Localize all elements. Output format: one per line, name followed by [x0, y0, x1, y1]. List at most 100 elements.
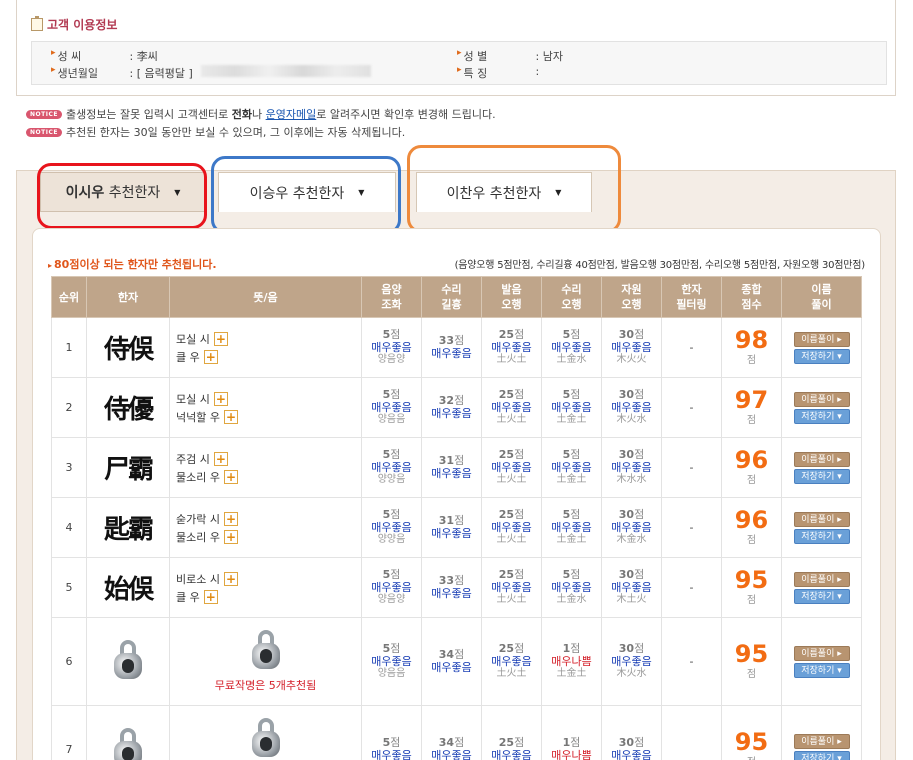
jawon-cell: 30점 매우좋음 木土火	[601, 557, 662, 618]
total-score-cell: 96 점	[721, 497, 782, 558]
suri-ohaeng-cell: 5점 매우좋음 土金土	[541, 437, 602, 498]
rank-cell: 3	[51, 437, 87, 498]
clipboard-icon	[31, 16, 43, 31]
rank-cell: 4	[51, 497, 87, 558]
save-button[interactable]: 저장하기 ▾	[793, 348, 850, 364]
birthdate-value: : [ 음력평달 ]	[129, 67, 193, 80]
plus-icon[interactable]: +	[223, 409, 238, 424]
col-suri-ohaeng: 수리 오행	[541, 276, 602, 318]
jawon-cell: 30점 매우좋음	[601, 705, 662, 760]
filter-cell: -	[661, 317, 722, 378]
operator-email-link[interactable]: 운영자메일	[266, 108, 317, 121]
meaning-cell: 비로소 시 + 클 우 +	[169, 557, 362, 618]
col-pronunciation: 발음 오행	[481, 276, 542, 318]
action-cell: 이름풀이 ▸ 저장하기 ▾	[781, 557, 862, 618]
hanja-cell: 匙霸	[86, 497, 170, 558]
feature-row: ▸ 특 징 :	[457, 65, 540, 80]
lock-icon	[114, 728, 142, 760]
table-row: 7 무료작명은 5개추천됨5점매우좋음34점매우좋음25점매우좋음1점매우나쁨30…	[51, 705, 862, 760]
highlight-blue	[211, 156, 401, 234]
suri-cell: 34점 매우좋음	[421, 617, 482, 706]
plus-icon[interactable]: +	[213, 451, 228, 466]
suri-cell: 31점 매우좋음	[421, 437, 482, 498]
plus-icon[interactable]: +	[223, 571, 238, 586]
save-button[interactable]: 저장하기 ▾	[793, 468, 850, 484]
col-jawon: 자원 오행	[601, 276, 662, 318]
pronunciation-cell: 25점 매우좋음 土火土	[481, 317, 542, 378]
filter-cell: -	[661, 437, 722, 498]
plus-icon[interactable]: +	[203, 349, 218, 364]
meaning-cell: 모실 시 + 넉넉할 우 +	[169, 377, 362, 438]
meaning-cell: 주검 시 + 물소리 우 +	[169, 437, 362, 498]
name-interpret-button[interactable]: 이름풀이 ▸	[793, 331, 850, 347]
plus-icon[interactable]: +	[213, 331, 228, 346]
feature-value: :	[535, 65, 540, 78]
recommendation-table: 순위 한자 뜻/음 음양 조화 수리 길흉 발음 오행 수리 오행 자원 오행 한자 필터링…	[51, 276, 862, 760]
hanja-cell: 侍俁	[86, 317, 170, 378]
total-score-cell: 96 점	[721, 437, 782, 498]
hanja-cell: 始俁	[86, 557, 170, 618]
action-cell: 이름풀이 ▸ 저장하기 ▾	[781, 437, 862, 498]
plus-icon[interactable]: +	[213, 391, 228, 406]
jawon-cell: 30점 매우좋음 木水水	[601, 437, 662, 498]
table-row: 2 侍優 모실 시 + 넉넉할 우 +5점 매우좋음 양음음 32점 매우좋음 25점 매우좋음 土火土…	[51, 377, 862, 438]
name-interpret-button[interactable]: 이름풀이 ▸	[793, 733, 850, 749]
notice-birth-info: NOTICE 출생정보는 잘못 입력시 고객센터로 전화나 운영자메일로 알려주…	[26, 106, 496, 122]
total-score-cell: 98 점	[721, 317, 782, 378]
rank-cell: 6	[51, 617, 87, 706]
filter-cell: -	[661, 377, 722, 438]
pronunciation-cell: 25점 매우좋음	[481, 705, 542, 760]
yinyang-cell: 5점 매우좋음	[361, 705, 422, 760]
gender-row: ▸ 성 별 : 남자	[457, 48, 563, 63]
total-score-cell: 97 점	[721, 377, 782, 438]
total-score-cell: 95점	[721, 557, 782, 618]
name-interpret-button[interactable]: 이름풀이 ▸	[793, 451, 850, 467]
suri-cell: 33점 매우좋음	[421, 557, 482, 618]
plus-icon[interactable]: +	[223, 469, 238, 484]
plus-icon[interactable]: +	[223, 529, 238, 544]
rank-cell: 2	[51, 377, 87, 438]
lock-icon	[251, 630, 280, 670]
score-threshold-notice: ▸ 80점이상 되는 한자만 추천됩니다.	[48, 258, 217, 271]
plus-icon[interactable]: +	[203, 589, 218, 604]
suri-ohaeng-cell: 5점 매우좋음 土金土	[541, 497, 602, 558]
save-button[interactable]: 저장하기 ▾	[793, 408, 850, 424]
lock-icon	[114, 640, 142, 680]
name-interpret-button[interactable]: 이름풀이 ▸	[793, 511, 850, 527]
filter-cell: -	[661, 497, 722, 558]
plus-icon[interactable]: +	[223, 511, 238, 526]
total-score-cell: 95점	[721, 705, 782, 760]
notice-badge: NOTICE	[26, 127, 62, 137]
save-button[interactable]: 저장하기 ▾	[793, 588, 850, 604]
jawon-cell: 30점 매우좋음 木火水	[601, 377, 662, 438]
name-interpret-button[interactable]: 이름풀이 ▸	[793, 645, 850, 661]
hanja-cell	[86, 617, 170, 706]
table-row: 1 侍俁 모실 시 + 클 우 +5점 매우좋음 양음양 33점 매우좋음 25점 매우좋음 土火土 5점…	[51, 317, 862, 378]
highlight-red	[37, 163, 207, 229]
hanja-chars: 侍俁	[103, 335, 154, 365]
col-yinyang: 음양 조화	[361, 276, 422, 318]
table-row: 6 무료작명은 5개추천됨 5점 매우좋음 양음음 34점 매우좋음 25점 매우좋음 土火土 1점…	[51, 617, 862, 706]
col-name-interpret: 이름 풀이	[781, 276, 862, 318]
name-interpret-button[interactable]: 이름풀이 ▸	[793, 571, 850, 587]
gender-value: : 남자	[535, 50, 563, 63]
col-rank: 순위	[51, 276, 87, 318]
yinyang-cell: 5점 매우좋음 양음양	[361, 557, 422, 618]
action-cell: 이름풀이 ▸ 저장하기 ▾	[781, 317, 862, 378]
rank-cell: 1	[51, 317, 87, 378]
save-button[interactable]: 저장하기 ▾	[793, 528, 850, 544]
suri-ohaeng-cell: 5점 매우좋음 土金土	[541, 377, 602, 438]
save-button[interactable]: 저장하기 ▾	[793, 750, 850, 760]
jawon-cell: 30점 매우좋음 木金水	[601, 497, 662, 558]
hanja-chars: 侍優	[103, 395, 154, 425]
rank-cell: 7	[51, 705, 87, 760]
suri-ohaeng-cell: 1점 매우나쁨 土金土	[541, 617, 602, 706]
save-button[interactable]: 저장하기 ▾	[793, 662, 850, 678]
customer-info-title: 고객 이용정보	[31, 16, 117, 33]
rank-cell: 5	[51, 557, 87, 618]
table-header: 순위 한자 뜻/음 음양 조화 수리 길흉 발음 오행 수리 오행 자원 오행 한자 필터링…	[51, 276, 862, 318]
redacted-birthdate	[200, 65, 371, 77]
yinyang-cell: 5점 매우좋음 양양음	[361, 497, 422, 558]
pronunciation-cell: 25점 매우좋음 土火土	[481, 377, 542, 438]
name-interpret-button[interactable]: 이름풀이 ▸	[793, 391, 850, 407]
